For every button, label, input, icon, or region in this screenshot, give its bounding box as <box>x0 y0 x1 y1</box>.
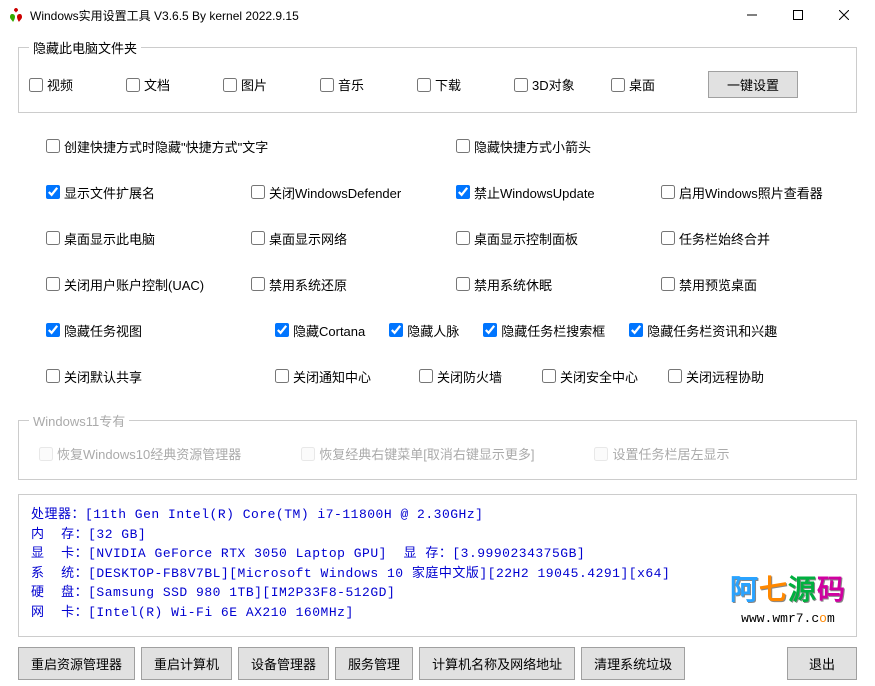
opt-disable-update[interactable]: 禁止WindowsUpdate <box>456 183 661 202</box>
win11-taskbar-left: 设置任务栏居左显示 <box>594 444 729 463</box>
folder-desktop[interactable]: 桌面 <box>611 75 708 94</box>
opt-disable-restore[interactable]: 禁用系统还原 <box>251 275 456 294</box>
opt-hide-cortana[interactable]: 隐藏Cortana <box>275 321 365 340</box>
settings-row-5: 隐藏任务视图 隐藏Cortana 隐藏人脉 隐藏任务栏搜索框 隐藏任务栏资讯和兴… <box>46 307 829 353</box>
settings-row-3: 桌面显示此电脑 桌面显示网络 桌面显示控制面板 任务栏始终合并 <box>46 215 829 261</box>
close-button[interactable] <box>821 0 867 30</box>
settings-row-4: 关闭用户账户控制(UAC) 禁用系统还原 禁用系统休眠 禁用预览桌面 <box>46 261 829 307</box>
opt-disable-hibernate[interactable]: 禁用系统休眠 <box>456 275 661 294</box>
settings-row-2: 显示文件扩展名 关闭WindowsDefender 禁止WindowsUpdat… <box>46 169 829 215</box>
win11-classic-explorer: 恢复Windows10经典资源管理器 <box>39 444 241 463</box>
computer-name-button[interactable]: 计算机名称及网络地址 <box>419 647 575 680</box>
opt-close-share[interactable]: 关闭默认共享 <box>46 367 251 386</box>
opt-hide-shortcut-arrow[interactable]: 隐藏快捷方式小箭头 <box>456 137 661 156</box>
titlebar: Windows实用设置工具 V3.6.5 By kernel 2022.9.15 <box>0 0 875 30</box>
restart-explorer-button[interactable]: 重启资源管理器 <box>18 647 135 680</box>
opt-enable-photoviewer[interactable]: 启用Windows照片查看器 <box>661 183 823 202</box>
opt-hide-news[interactable]: 隐藏任务栏资讯和兴趣 <box>629 321 777 340</box>
info-disk: 硬 盘：[Samsung SSD 980 1TB][IM2P33F8-512GD… <box>31 583 844 603</box>
app-icon <box>8 7 24 23</box>
opt-show-ext[interactable]: 显示文件扩展名 <box>46 183 251 202</box>
folders-row: 视频 文档 图片 音乐 下载 3D对象 桌面 一键设置 <box>29 65 846 102</box>
settings-row-1: 创建快捷方式时隐藏"快捷方式"文字 隐藏快捷方式小箭头 <box>46 123 829 169</box>
maximize-button[interactable] <box>775 0 821 30</box>
spacer <box>691 647 781 680</box>
opt-desktop-network[interactable]: 桌面显示网络 <box>251 229 456 248</box>
opt-taskbar-combine[interactable]: 任务栏始终合并 <box>661 229 770 248</box>
window-controls <box>729 0 867 30</box>
opt-disable-peek[interactable]: 禁用预览桌面 <box>661 275 757 294</box>
bottom-bar: 重启资源管理器 重启计算机 设备管理器 服务管理 计算机名称及网络地址 清理系统… <box>18 637 857 680</box>
services-button[interactable]: 服务管理 <box>335 647 413 680</box>
minimize-button[interactable] <box>729 0 775 30</box>
opt-desktop-controlpanel[interactable]: 桌面显示控制面板 <box>456 229 661 248</box>
info-os: 系 统：[DESKTOP-FB8V7BL][Microsoft Windows … <box>31 564 844 584</box>
opt-close-security[interactable]: 关闭安全中心 <box>542 367 638 386</box>
folders-legend: 隐藏此电脑文件夹 <box>29 38 141 57</box>
settings-row-6: 关闭默认共享 关闭通知中心 关闭防火墙 关闭安全中心 关闭远程协助 <box>46 353 829 399</box>
system-info: 处理器：[11th Gen Intel(R) Core(TM) i7-11800… <box>18 494 857 637</box>
opt-hide-people[interactable]: 隐藏人脉 <box>389 321 459 340</box>
opt-close-notify[interactable]: 关闭通知中心 <box>275 367 371 386</box>
win11-classic-menu: 恢复经典右键菜单[取消右键显示更多] <box>301 444 534 463</box>
win11-legend: Windows11专有 <box>29 411 129 430</box>
info-ram: 内 存：[32 GB] <box>31 525 844 545</box>
info-nic: 网 卡：[Intel(R) Wi-Fi 6E AX210 160MHz] <box>31 603 844 623</box>
opt-hide-search[interactable]: 隐藏任务栏搜索框 <box>483 321 605 340</box>
folder-pictures[interactable]: 图片 <box>223 75 320 94</box>
opt-close-uac[interactable]: 关闭用户账户控制(UAC) <box>46 275 251 294</box>
clean-junk-button[interactable]: 清理系统垃圾 <box>581 647 685 680</box>
opt-close-defender[interactable]: 关闭WindowsDefender <box>251 183 456 202</box>
opt-hide-shortcut-text[interactable]: 创建快捷方式时隐藏"快捷方式"文字 <box>46 137 456 156</box>
settings-grid: 创建快捷方式时隐藏"快捷方式"文字 隐藏快捷方式小箭头 显示文件扩展名 关闭Wi… <box>18 113 857 403</box>
info-cpu: 处理器：[11th Gen Intel(R) Core(TM) i7-11800… <box>31 505 844 525</box>
win11-row: 恢复Windows10经典资源管理器 恢复经典右键菜单[取消右键显示更多] 设置… <box>29 438 846 469</box>
folder-video[interactable]: 视频 <box>29 75 126 94</box>
opt-hide-taskview[interactable]: 隐藏任务视图 <box>46 321 251 340</box>
app-window: Windows实用设置工具 V3.6.5 By kernel 2022.9.15… <box>0 0 875 662</box>
folder-music[interactable]: 音乐 <box>320 75 417 94</box>
opt-close-firewall[interactable]: 关闭防火墙 <box>419 367 502 386</box>
restart-pc-button[interactable]: 重启计算机 <box>141 647 232 680</box>
opt-desktop-thispc[interactable]: 桌面显示此电脑 <box>46 229 251 248</box>
folder-downloads[interactable]: 下载 <box>417 75 514 94</box>
folders-group: 隐藏此电脑文件夹 视频 文档 图片 音乐 下载 3D对象 桌面 一键设置 <box>18 38 857 113</box>
device-manager-button[interactable]: 设备管理器 <box>238 647 329 680</box>
exit-button[interactable]: 退出 <box>787 647 857 680</box>
folder-documents[interactable]: 文档 <box>126 75 223 94</box>
info-gpu: 显 卡：[NVIDIA GeForce RTX 3050 Laptop GPU]… <box>31 544 844 564</box>
content-area: 隐藏此电脑文件夹 视频 文档 图片 音乐 下载 3D对象 桌面 一键设置 创建快… <box>0 30 875 686</box>
opt-close-remote[interactable]: 关闭远程协助 <box>668 367 764 386</box>
folder-3d[interactable]: 3D对象 <box>514 75 611 94</box>
window-title: Windows实用设置工具 V3.6.5 By kernel 2022.9.15 <box>30 7 729 24</box>
one-key-button[interactable]: 一键设置 <box>708 71 798 98</box>
win11-group: Windows11专有 恢复Windows10经典资源管理器 恢复经典右键菜单[… <box>18 411 857 480</box>
